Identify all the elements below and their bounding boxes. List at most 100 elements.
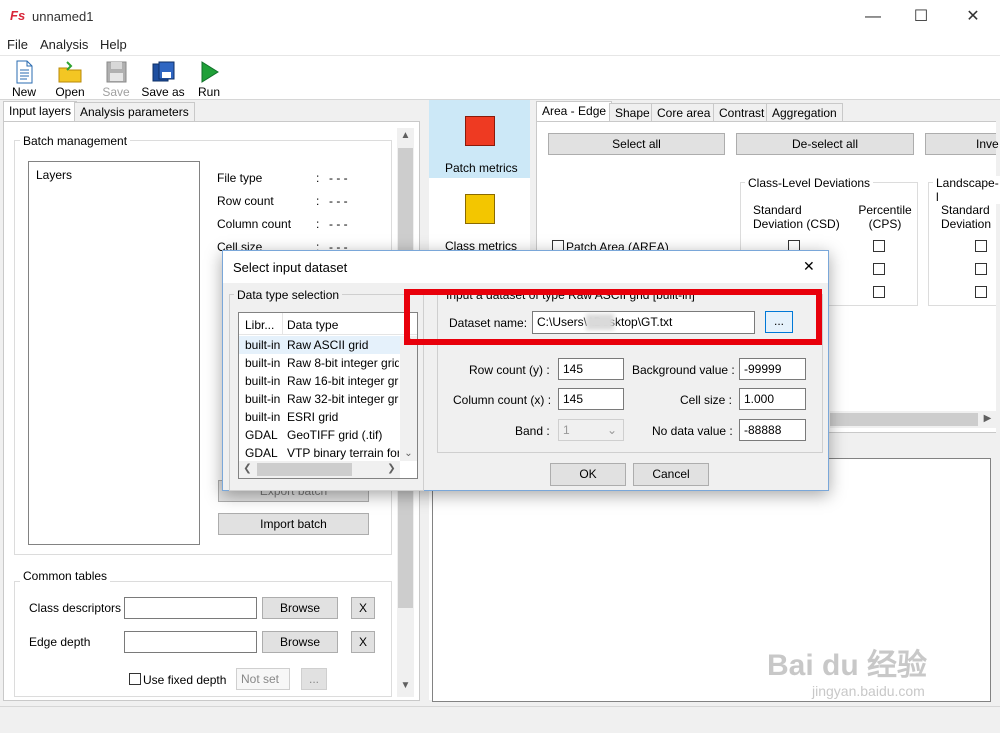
open-button[interactable]: Open <box>47 58 93 100</box>
edge-depth-label: Edge depth <box>29 635 91 649</box>
list-item[interactable]: built-in Raw 8-bit integer grid <box>239 354 417 372</box>
prop-value: - - - <box>329 194 348 208</box>
class-descriptors-input[interactable] <box>124 597 257 619</box>
tab-input-layers[interactable]: Input layers <box>3 101 78 122</box>
tab-shape[interactable]: Shape <box>609 103 656 123</box>
tab-area-edge[interactable]: Area - Edge <box>536 101 613 122</box>
patch-metrics-item[interactable]: Patch metrics <box>429 100 530 178</box>
band-value: 1 <box>563 423 570 437</box>
list-hscrollbar[interactable]: ❮ ❯ <box>239 461 400 478</box>
minimize-icon[interactable]: — <box>850 0 896 34</box>
column-count-input[interactable]: 145 <box>558 388 624 410</box>
deselect-all-button[interactable]: De-select all <box>736 133 914 155</box>
class-descriptors-label: Class descriptors <box>29 601 122 615</box>
prop-value: - - - <box>329 217 348 231</box>
dialog-title: Select input dataset <box>233 260 348 275</box>
patch-metrics-label: Patch metrics <box>445 161 518 175</box>
list-scroll-right-icon[interactable]: ❯ <box>383 463 400 474</box>
list-item[interactable]: built-in Raw ASCII grid <box>239 336 417 354</box>
list-item[interactable]: GDAL VTP binary terrain format <box>239 444 417 462</box>
list-vscrollbar[interactable]: ⌃ ⌄ <box>400 336 417 461</box>
cps-checkbox[interactable] <box>873 240 885 252</box>
new-file-icon <box>16 60 33 84</box>
edge-depth-clear-button[interactable]: X <box>351 631 375 653</box>
lsd-checkbox[interactable] <box>975 240 987 252</box>
save-as-button[interactable]: Save as <box>140 58 186 100</box>
window-title: unnamed1 <box>32 9 94 24</box>
dialog-close-icon[interactable]: ✕ <box>803 258 815 275</box>
scroll-right-icon[interactable]: ▶ <box>979 413 996 424</box>
common-tables-title: Common tables <box>20 569 111 583</box>
data-type-list[interactable]: Libr... Data type built-in Raw ASCII gri… <box>238 312 418 479</box>
prop-label: Column count <box>217 217 292 231</box>
close-icon[interactable]: ✕ <box>950 0 996 34</box>
fixed-depth-ellipsis-button[interactable]: ... <box>301 668 327 690</box>
no-data-value-label: No data value : <box>652 424 733 438</box>
data-type-column-header[interactable]: Data type <box>287 318 397 332</box>
menu-file[interactable]: File <box>7 37 28 52</box>
ok-button[interactable]: OK <box>550 463 626 486</box>
tab-aggregation[interactable]: Aggregation <box>766 103 843 123</box>
invert-selection-button[interactable]: Inve <box>925 133 999 155</box>
class-metrics-item[interactable]: Class metrics <box>429 180 530 258</box>
prop-label: Row count <box>217 194 274 208</box>
use-fixed-depth-checkbox[interactable] <box>129 673 141 685</box>
column-divider <box>282 313 283 335</box>
list-item[interactable]: built-in Raw 32-bit integer grid <box>239 390 417 408</box>
tab-contrast[interactable]: Contrast <box>713 103 771 123</box>
prop-sep: : <box>316 171 320 185</box>
band-select[interactable]: 1 ⌄ <box>558 419 624 441</box>
std-dev-header: Standard Deviation (CSD) <box>753 203 840 231</box>
tab-analysis-parameters[interactable]: Analysis parameters <box>74 102 195 122</box>
list-item-library: built-in <box>245 410 281 424</box>
dialog-title-bar: Select input dataset ✕ <box>223 251 828 283</box>
new-button[interactable]: New <box>1 58 47 100</box>
list-item[interactable]: built-in ESRI grid <box>239 408 417 426</box>
library-column-header[interactable]: Libr... <box>245 318 283 332</box>
row-count-label: Row count (y) : <box>469 363 550 377</box>
scroll-down-icon[interactable]: ▼ <box>397 680 414 691</box>
class-descriptors-clear-button[interactable]: X <box>351 597 375 619</box>
patch-metrics-icon <box>465 116 495 146</box>
right-hscrollbar[interactable]: ▶ <box>830 411 996 428</box>
list-hscroll-thumb[interactable] <box>257 463 352 476</box>
row-count-input[interactable]: 145 <box>558 358 624 380</box>
class-descriptors-browse-button[interactable]: Browse <box>262 597 338 619</box>
cancel-button[interactable]: Cancel <box>633 463 709 486</box>
list-scroll-down-icon[interactable]: ⌄ <box>400 448 417 459</box>
cell-size-input[interactable]: 1.000 <box>739 388 806 410</box>
chevron-down-icon: ⌄ <box>607 423 618 437</box>
scroll-up-icon[interactable]: ▲ <box>397 130 414 141</box>
tab-core-area[interactable]: Core area <box>651 103 717 123</box>
save-button[interactable]: Save <box>93 58 139 100</box>
layers-list[interactable]: Layers <box>28 161 200 545</box>
no-data-value-input[interactable]: -88888 <box>739 419 806 441</box>
cps-checkbox[interactable] <box>873 263 885 275</box>
list-item[interactable]: GDAL GeoTIFF grid (.tif) <box>239 426 417 444</box>
import-batch-button[interactable]: Import batch <box>218 513 369 535</box>
edge-depth-browse-button[interactable]: Browse <box>262 631 338 653</box>
red-highlight-box <box>404 289 822 345</box>
background-value-label: Background value : <box>632 363 735 377</box>
list-item-type: Raw 8-bit integer grid <box>287 356 399 370</box>
maximize-icon[interactable]: ☐ <box>898 0 944 34</box>
lsd-checkbox[interactable] <box>975 263 987 275</box>
cps-checkbox[interactable] <box>873 286 885 298</box>
list-item-type: Raw ASCII grid <box>287 338 369 352</box>
menu-help[interactable]: Help <box>100 37 127 52</box>
edge-depth-input[interactable] <box>124 631 257 653</box>
hscroll-thumb[interactable] <box>830 413 978 426</box>
run-button[interactable]: Run <box>186 58 232 100</box>
background-value-input[interactable]: -99999 <box>739 358 806 380</box>
list-scroll-left-icon[interactable]: ❮ <box>239 463 256 474</box>
fixed-depth-input[interactable]: Not set <box>236 668 290 690</box>
select-all-button[interactable]: Select all <box>548 133 725 155</box>
prop-value: - - - <box>329 171 348 185</box>
lsd-checkbox[interactable] <box>975 286 987 298</box>
menu-analysis[interactable]: Analysis <box>40 37 88 52</box>
watermark-logo: Bai du 经验 <box>767 649 928 682</box>
column-count-label: Column count (x) : <box>453 393 552 407</box>
list-item[interactable]: built-in Raw 16-bit integer grid <box>239 372 417 390</box>
list-item-type: GeoTIFF grid (.tif) <box>287 428 383 442</box>
app-icon: Fs <box>10 8 26 23</box>
